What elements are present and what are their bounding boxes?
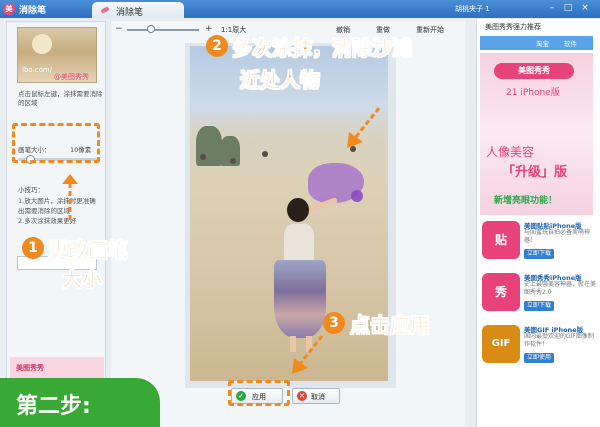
step-1-text-line2: 大小 [62,267,103,292]
user-name[interactable]: 胡桃夹子 1 [455,4,490,14]
step-banner-text: 第二步: [16,394,91,419]
step-3-text: 点击应用 [350,313,431,338]
recommend-title: 美图秀秀强力推荐 [485,23,541,31]
apply-button-highlight [228,380,290,406]
download-button[interactable]: 立即下载 [524,301,554,311]
thumbnail-watermark-brand: @美图秀秀 [54,73,89,81]
zoom-knob[interactable] [147,25,155,33]
app-item-xiuxiu[interactable]: 秀 美图秀秀iPhone版 史上最强美容神器，就在美图秀秀2.0 立即下载 [480,271,598,319]
xiuxiu-app-icon: 秀 [482,273,520,311]
app-logo-icon: 美 [3,3,15,15]
photo-crowd [200,154,206,160]
eraser-brush-cursor [351,190,363,202]
restart-button[interactable]: 重新开始 [416,25,444,35]
thumbnail-watermark: ibo.com/ [22,66,53,74]
app-desc: 与闺蜜玩自拍必备卖萌神器！ [524,229,591,244]
cancel-icon: ✕ [297,391,307,401]
help-text: 点击鼠标左键，涂抹需要消除的区域 [18,90,103,107]
step-1-badge: 1 [22,237,44,259]
photo-crowd [262,151,268,157]
tips-title: 小技巧： [18,186,44,194]
arrow-down-left-icon [347,107,381,148]
ad-upgrade-word: 升级 [515,165,542,180]
brush-size-highlight [12,123,100,163]
photo-person-dress [274,260,326,338]
app-desc: 史上最强美容神器，就在美图秀秀2.0 [524,281,597,296]
step-2-text-line2: 近处人物 [240,68,321,93]
cancel-button[interactable]: ✕ 取消 [292,388,340,404]
ad-bracket-open: 「 [502,165,516,180]
tietie-app-icon: 贴 [482,221,520,259]
app-item-gif[interactable]: GIF 美图GIF iPhone版 国内最受欢迎的GIF图像制作软件！ 立即使用 [480,323,598,371]
minimize-button[interactable]: – [545,2,559,15]
ad-platform: 21 iPhone版 [506,88,560,98]
app-title: 消除笔 [19,6,47,16]
step-3-badge: 3 [323,312,345,334]
arrow-up-icon [62,174,78,220]
recommend-tab-software[interactable]: 软件 [564,38,577,48]
step-banner: 第二步: [0,378,160,427]
ad-logo: 美图秀秀 [494,63,574,79]
app-item-tietie[interactable]: 贴 美图贴贴iPhone版 与闺蜜玩自拍必备卖萌神器！ 立即下载 [480,219,598,267]
download-button[interactable]: 立即下载 [524,249,554,259]
arrow-down-left-icon [292,335,324,374]
recommend-tabs: 淘宝 软件 [480,36,593,50]
eraser-icon [100,6,110,14]
iphone-ad-banner[interactable]: 美图秀秀 21 iPhone版 人像美容 「升级」版 新增亮眼功能！ [480,53,593,215]
photo-crowd [230,158,236,164]
zoom-in-icon[interactable]: + [205,24,215,34]
app-desc: 国内最受欢迎的GIF图像制作软件！ [524,333,594,348]
title-bar: 美 消除笔 消除笔 胡桃夹子 1 – □ × [0,0,600,18]
ad-upgrade-suffix: 版 [554,165,568,180]
maximize-button[interactable]: □ [561,2,575,15]
step-1-text: 更改画笔 [48,238,129,263]
zoom-out-icon[interactable]: − [115,24,125,34]
cancel-label: 取消 [311,393,325,401]
ad-upgrade: 「升级」版 [502,161,567,180]
ad-bracket-close: 」 [541,165,555,180]
photo-person-body [284,224,314,264]
step-2-text: 多次涂抹，消除沙滩 [232,36,413,61]
tab-label: 消除笔 [116,8,144,18]
photo-tree [196,126,222,166]
ad-feature: 新增亮眼功能！ [494,196,558,206]
promo-text: 美图秀秀 [16,364,44,372]
step-2-badge: 2 [206,35,228,57]
photo-thumbnail: ibo.com/ @美图秀秀 [17,27,97,83]
close-button[interactable]: × [578,2,592,15]
tab-eraser[interactable]: 消除笔 [92,2,184,18]
recommend-tab-taobao[interactable]: 淘宝 [536,38,549,48]
recommend-panel: 美图秀秀强力推荐 淘宝 软件 美图秀秀 21 iPhone版 人像美容 「升级」… [476,19,600,427]
left-panel: ibo.com/ @美图秀秀 点击鼠标左键，涂抹需要消除的区域 画笔大小： 10… [6,21,106,427]
thumbnail-sun [32,34,52,54]
gif-app-icon: GIF [482,325,520,363]
ad-headline: 人像美容 [486,145,535,159]
photo-person-head [287,198,309,222]
zoom-slider[interactable] [127,29,199,31]
use-now-button[interactable]: 立即使用 [524,353,554,363]
